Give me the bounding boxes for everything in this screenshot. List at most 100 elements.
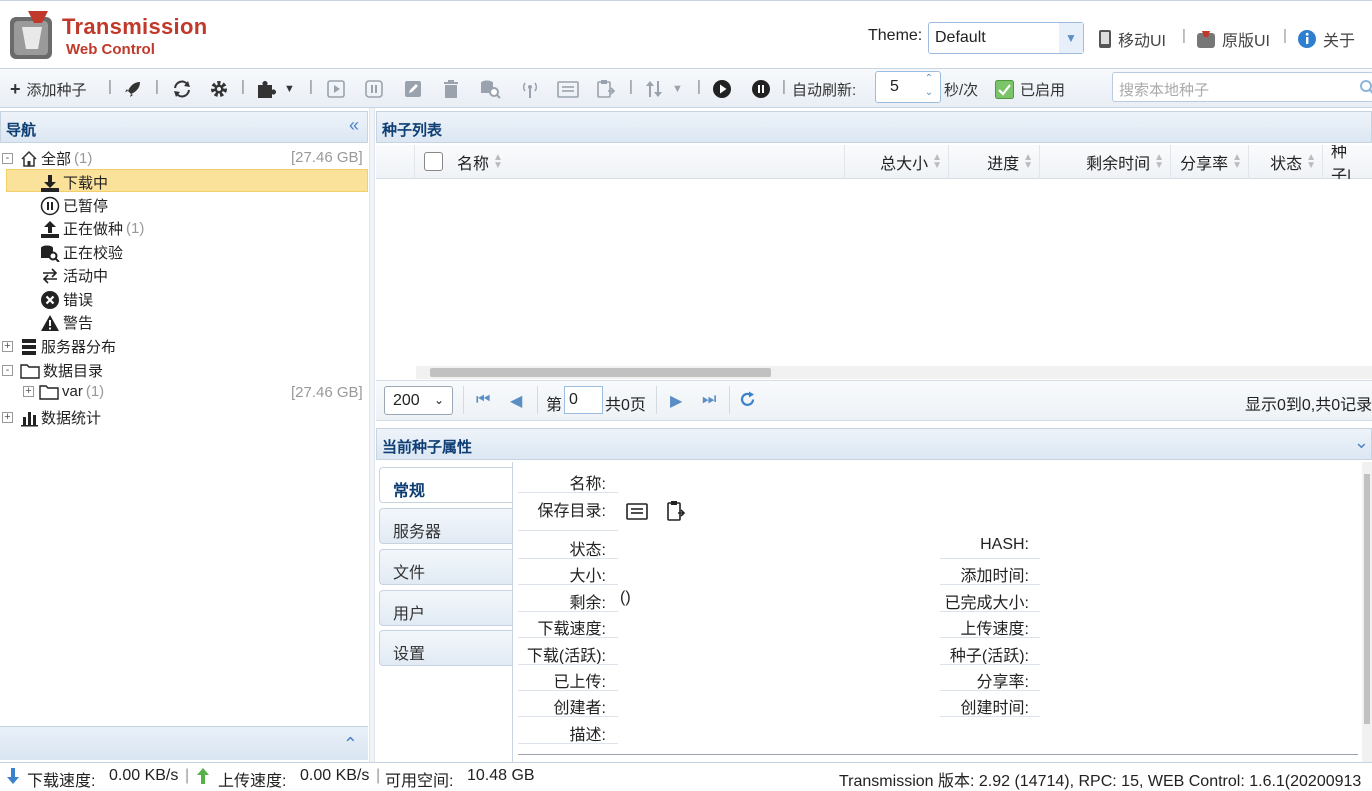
vertical-scrollbar[interactable] [1362, 462, 1372, 762]
ul-speed-label: 上传速度: [218, 773, 287, 790]
folder-icon [20, 363, 40, 379]
copy-path-icon[interactable] [666, 500, 686, 522]
tab-servers[interactable]: 服务器 [379, 508, 512, 544]
rocket-icon[interactable] [123, 78, 143, 100]
panel-splitter[interactable] [369, 108, 375, 762]
tree-label: 全部 [41, 151, 72, 168]
dl-speed-label: 下载速度: [27, 773, 96, 790]
prop-dl-speed-label: 下载速度: [537, 621, 606, 638]
trash-icon[interactable] [442, 78, 460, 100]
column-seeds[interactable]: 种子| [1322, 145, 1372, 179]
queue-menu-button[interactable]: ▼ [644, 78, 683, 100]
tree-item-stats[interactable]: + 数据统计 [2, 407, 101, 428]
sort-icon: ▲ ▼ [1023, 152, 1033, 171]
scrollbar-thumb[interactable] [1364, 474, 1370, 724]
column-name[interactable]: 名称 ▲ ▼ [414, 145, 882, 179]
tree-label: 下载中 [63, 175, 109, 192]
column-ratio[interactable]: 分享率 ▲ ▼ [1170, 145, 1248, 179]
free-space-value: 10.48 GB [467, 767, 535, 784]
collapse-toggle-icon[interactable]: - [2, 153, 13, 164]
refresh-icon[interactable] [739, 391, 756, 408]
auto-refresh-toggle[interactable]: 已启用 [995, 78, 1065, 100]
prev-page-icon[interactable]: ◀ [510, 391, 522, 411]
transmission-logo [8, 9, 56, 63]
free-space-label: 可用空间: [385, 773, 454, 790]
page-number-input[interactable]: 0 [564, 386, 603, 414]
double-chevron-left-icon[interactable]: « [349, 115, 359, 136]
tree-count: (1) [85, 383, 105, 400]
grid-header: 名称 ▲ ▼ 总大小 ▲ ▼ 进度 ▲ ▼ 剩余时间 ▲ ▼ 分享率 ▲ ▼ 状态 ▲ ▼ 种子| [376, 145, 1372, 179]
collapse-toggle-icon[interactable]: - [2, 365, 13, 376]
properties-header: 当前种子属性 ⌄ [376, 428, 1372, 460]
tree-item-active[interactable]: 活动中 [40, 265, 108, 286]
tree-item-dirs[interactable]: - 数据目录 [2, 360, 103, 381]
start-selected-icon[interactable] [326, 78, 346, 100]
column-progress[interactable]: 进度 ▲ ▼ [948, 145, 1039, 179]
pause-selected-icon[interactable] [364, 78, 384, 100]
column-status[interactable]: 状态 ▲ ▼ [1248, 145, 1322, 179]
rename-icon[interactable] [403, 78, 423, 100]
tree-item-warning[interactable]: 警告 [40, 312, 93, 333]
double-chevron-up-icon[interactable]: ⌃ [343, 734, 358, 755]
column-remaining-time[interactable]: 剩余时间 ▲ ▼ [1039, 145, 1170, 179]
tree-item-downloading[interactable]: 下载中 [40, 172, 108, 193]
move-location-icon[interactable] [557, 78, 579, 100]
start-all-icon[interactable] [712, 78, 732, 100]
tree-count: (1) [126, 220, 145, 237]
checkbox-checked-icon [995, 79, 1014, 99]
tree-item-error[interactable]: 错误 [40, 289, 93, 310]
mobile-ui-link[interactable]: 移动UI [1098, 27, 1166, 51]
expand-toggle-icon[interactable]: + [2, 412, 13, 423]
pause-all-icon[interactable] [751, 78, 771, 100]
reannounce-icon[interactable] [519, 78, 541, 100]
original-ui-link[interactable]: 原版UI [1196, 27, 1270, 51]
tree-item-var[interactable]: + var (1) [23, 383, 104, 400]
prop-created-label: 创建时间: [960, 700, 1029, 717]
phone-icon [1098, 29, 1112, 49]
tab-peers[interactable]: 用户 [379, 590, 512, 626]
transmission-icon [1196, 29, 1216, 49]
tree-label: var [62, 383, 83, 400]
last-page-icon[interactable]: ⏭ [702, 391, 716, 409]
page-prefix: 第 [546, 397, 563, 414]
list-icon[interactable] [626, 501, 648, 521]
tree-item-checking[interactable]: 正在校验 [40, 242, 123, 263]
reload-icon[interactable] [171, 78, 193, 100]
verify-icon[interactable] [479, 78, 501, 100]
prop-dl-active-label: 下载(活跃): [526, 648, 606, 665]
scrollbar-thumb[interactable] [430, 368, 771, 377]
record-info: 显示0到0,共0记录 [1245, 397, 1372, 414]
tree-item-seeding[interactable]: 正在做种 (1) [40, 218, 144, 239]
about-link[interactable]: 关于 [1297, 27, 1355, 51]
spinner-arrows-icon[interactable]: ⌃ ⌄ [920, 72, 938, 102]
tab-general[interactable]: 常规 [379, 467, 512, 503]
tree-item-paused[interactable]: 已暂停 [40, 195, 108, 216]
version-info: Transmission 版本: 2.92 (14714), RPC: 15, … [839, 773, 1362, 790]
horizontal-scrollbar[interactable] [416, 366, 1372, 379]
column-total-size[interactable]: 总大小 ▲ ▼ [844, 145, 948, 179]
caret-down-icon: ▼ [672, 83, 683, 95]
select-all-checkbox[interactable] [424, 152, 443, 171]
expand-toggle-icon[interactable]: + [2, 341, 13, 352]
first-page-icon[interactable]: ⏮ [476, 391, 490, 409]
tab-settings[interactable]: 设置 [379, 630, 512, 666]
next-page-icon[interactable]: ▶ [670, 391, 682, 411]
double-chevron-down-icon[interactable]: ⌄ [1354, 432, 1369, 453]
gear-icon[interactable] [209, 78, 229, 100]
tab-files[interactable]: 文件 [379, 549, 512, 585]
tree-item-servers[interactable]: + 服务器分布 [2, 336, 116, 357]
refresh-unit: 秒/次 [944, 81, 979, 99]
theme-select[interactable]: Default ▼ [928, 22, 1084, 54]
expand-toggle-icon[interactable]: + [23, 386, 34, 397]
tree-item-all[interactable]: - 全部 (1) [2, 148, 92, 169]
caret-down-icon: ▼ [284, 83, 295, 95]
plugins-menu-button[interactable]: ▼ [256, 78, 295, 100]
search-input[interactable]: 搜索本地种子 [1112, 72, 1372, 102]
error-circle-icon [40, 290, 60, 310]
search-placeholder: 搜索本地种子 [1119, 82, 1210, 99]
page-size-select[interactable]: 200 ⌄ [384, 386, 453, 415]
copy-path-icon[interactable] [596, 78, 616, 100]
prop-comment-label: 描述: [569, 727, 606, 744]
add-torrent-button[interactable]: + 添加种子 [10, 78, 87, 100]
refresh-interval-spinner[interactable]: 5 ⌃ ⌄ [875, 71, 941, 103]
